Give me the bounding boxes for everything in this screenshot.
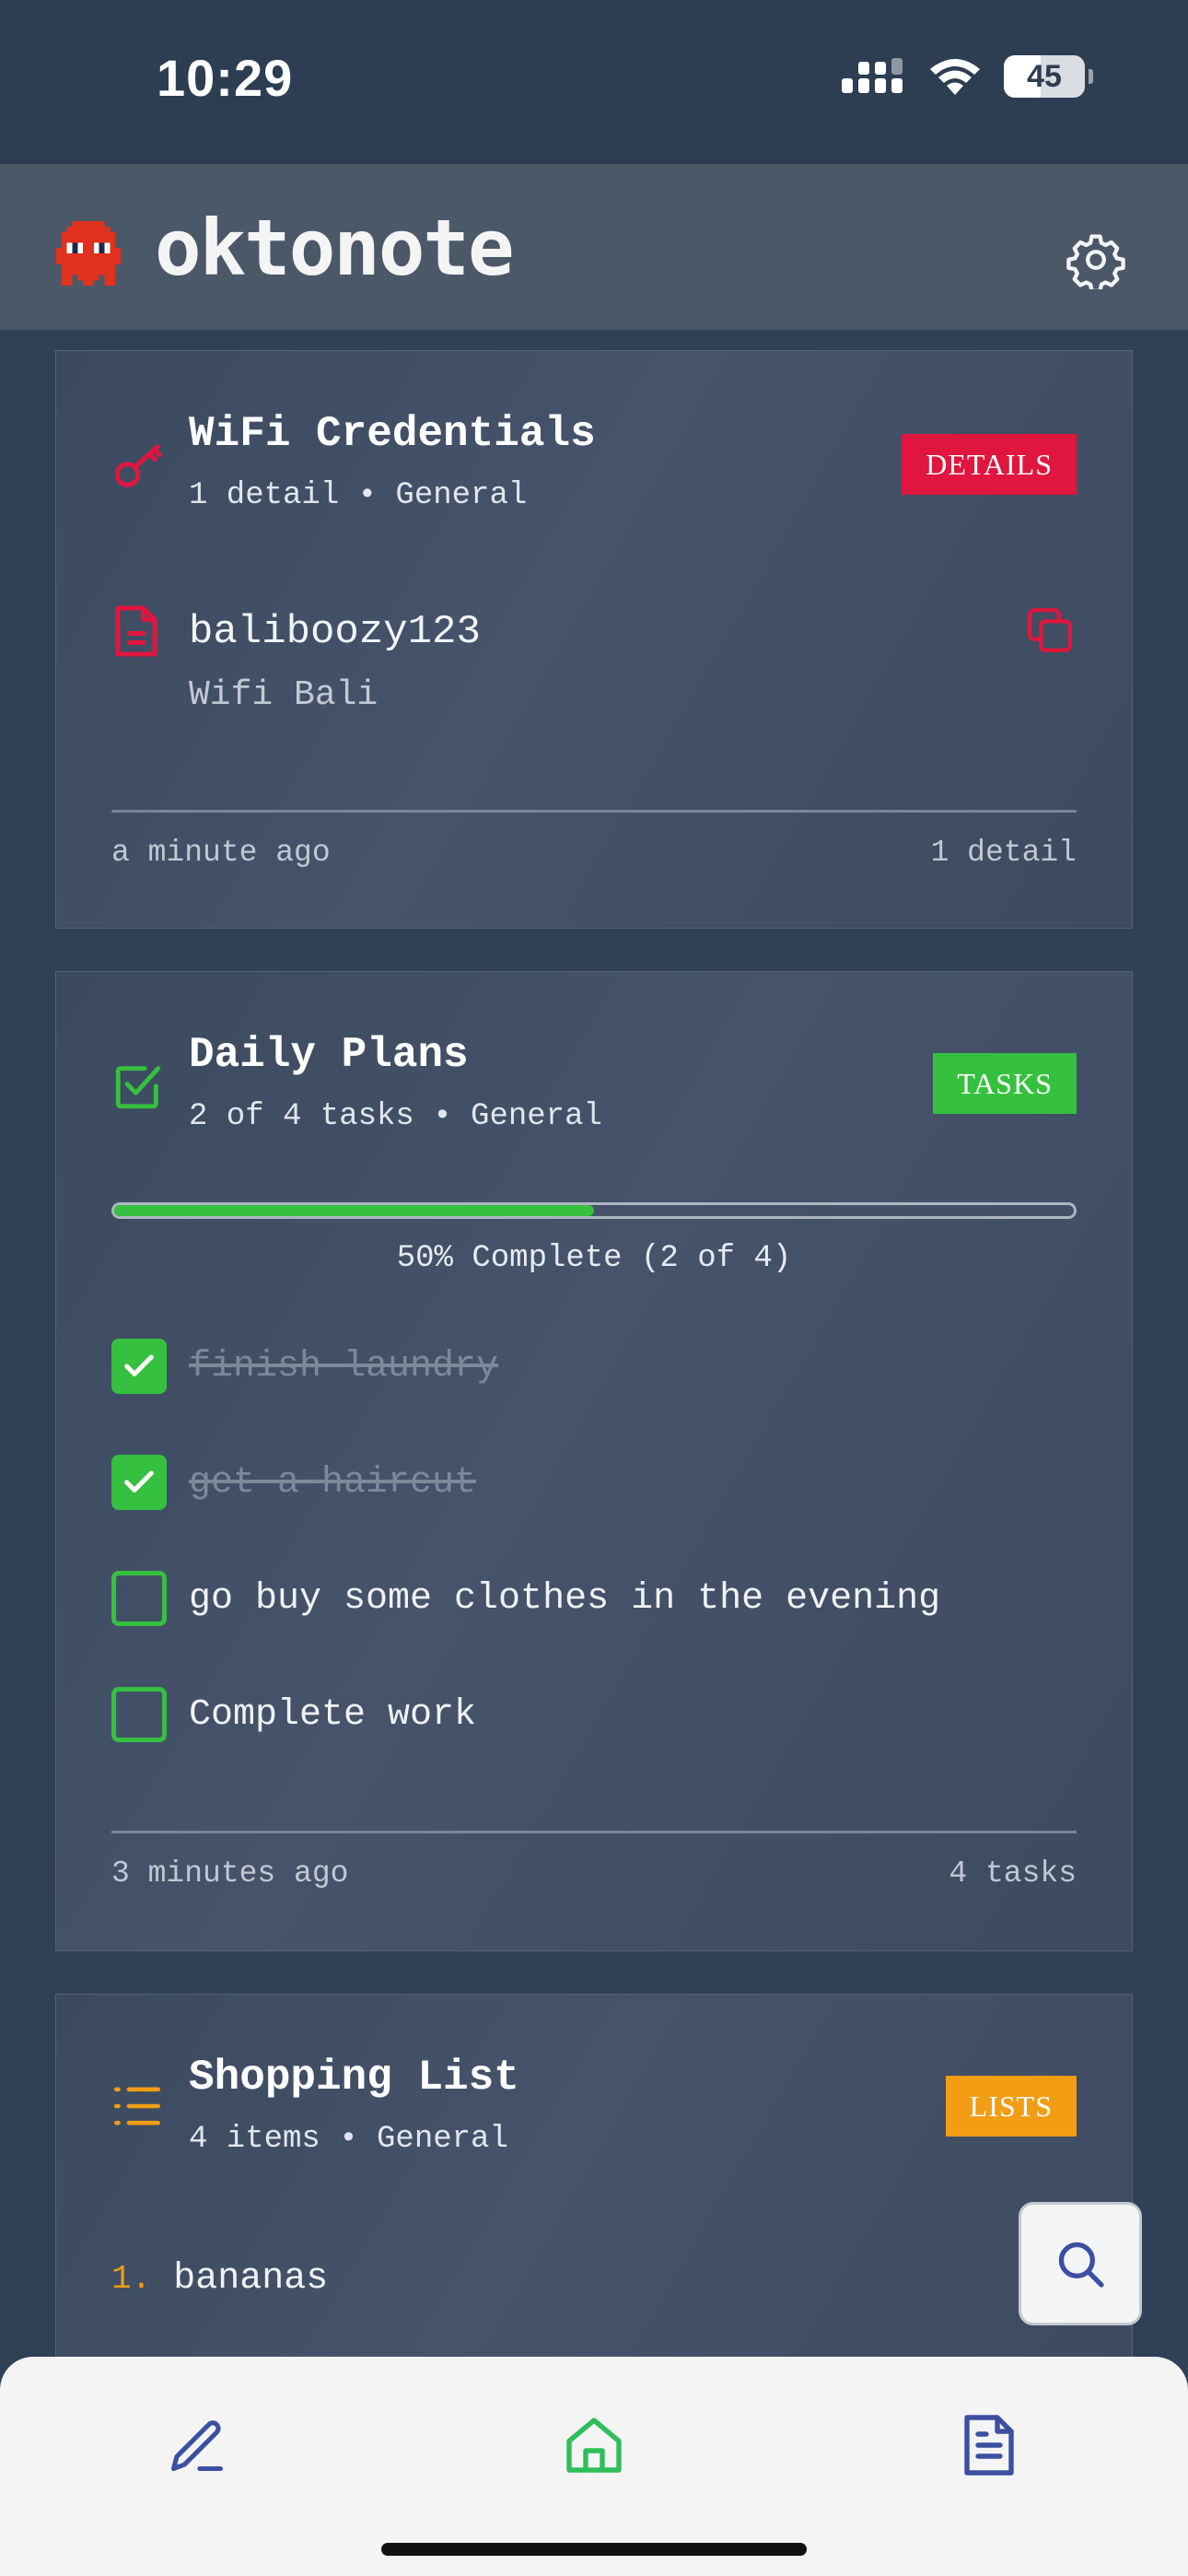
card-title: Daily Plans bbox=[189, 1031, 469, 1079]
card-subtitle: 1 detail • General bbox=[189, 478, 528, 513]
list-item: 1. bananas bbox=[111, 2258, 328, 2300]
card-title: WiFi Credentials bbox=[189, 410, 596, 458]
note-card-daily-plans[interactable]: Daily Plans 2 of 4 tasks • General TASKS… bbox=[55, 971, 1133, 1951]
task-checkbox[interactable] bbox=[111, 1571, 167, 1626]
battery-level: 45 bbox=[1027, 58, 1062, 94]
card-count: 1 detail bbox=[930, 836, 1077, 870]
home-icon bbox=[566, 2418, 622, 2473]
checkbox-icon bbox=[115, 1066, 161, 1109]
detail-label: Wifi Bali bbox=[189, 675, 379, 715]
key-icon bbox=[114, 444, 162, 487]
badge-details: DETAILS bbox=[902, 434, 1077, 495]
badge-tasks: TASKS bbox=[933, 1053, 1077, 1114]
task-checkbox[interactable] bbox=[111, 1455, 167, 1510]
copy-icon[interactable] bbox=[1023, 603, 1077, 657]
nav-write-button[interactable] bbox=[160, 2408, 234, 2482]
bottom-nav bbox=[0, 2357, 1188, 2576]
card-title: Shopping List bbox=[189, 2054, 519, 2102]
detail-value[interactable]: baliboozy123 bbox=[189, 609, 481, 655]
note-card-wifi-credentials[interactable]: WiFi Credentials 1 detail • General DETA… bbox=[55, 350, 1133, 929]
status-icons: 45 bbox=[842, 55, 1093, 98]
document-icon bbox=[115, 605, 157, 657]
card-divider bbox=[111, 1831, 1077, 1833]
gear-icon[interactable] bbox=[1066, 230, 1125, 289]
task-text: go buy some clothes in the evening bbox=[189, 1577, 941, 1620]
ghost-logo-icon bbox=[55, 221, 122, 287]
status-bar: 10:29 45 bbox=[0, 0, 1188, 164]
task-text: finish laundry bbox=[189, 1345, 499, 1388]
app-header: oktonote bbox=[0, 164, 1188, 330]
notes-icon bbox=[964, 2415, 1014, 2476]
wifi-icon bbox=[930, 59, 980, 95]
card-count: 4 tasks bbox=[949, 1856, 1077, 1891]
nav-notes-button[interactable] bbox=[952, 2408, 1026, 2482]
task-text: get a haircut bbox=[189, 1461, 477, 1504]
card-timestamp: a minute ago bbox=[111, 836, 331, 870]
cellular-signal-icon bbox=[842, 58, 903, 93]
card-subtitle: 2 of 4 tasks • General bbox=[189, 1099, 602, 1134]
note-card-shopping-list[interactable]: Shopping List 4 items • General LISTS 1.… bbox=[55, 1994, 1133, 2418]
checkmark-icon bbox=[124, 1354, 154, 1376]
progress-label: 50% Complete (2 of 4) bbox=[396, 1241, 792, 1276]
task-checkbox[interactable] bbox=[111, 1339, 167, 1394]
card-divider bbox=[111, 810, 1077, 813]
nav-home-button[interactable] bbox=[557, 2408, 631, 2482]
checkmark-icon bbox=[124, 1470, 154, 1493]
task-item[interactable]: get a haircut bbox=[111, 1455, 1077, 1510]
task-item[interactable]: go buy some clothes in the evening bbox=[111, 1571, 1077, 1626]
home-indicator bbox=[381, 2543, 807, 2556]
task-text: Complete work bbox=[189, 1693, 477, 1736]
pencil-icon bbox=[170, 2420, 224, 2472]
task-checkbox[interactable] bbox=[111, 1687, 167, 1742]
search-button[interactable] bbox=[1019, 2202, 1142, 2325]
status-time: 10:29 bbox=[157, 49, 294, 107]
card-subtitle: 4 items • General bbox=[189, 2122, 508, 2157]
progress-bar bbox=[111, 1202, 1077, 1219]
battery-indicator: 45 bbox=[1004, 55, 1093, 98]
app-title: oktonote bbox=[155, 203, 515, 293]
card-timestamp: 3 minutes ago bbox=[111, 1856, 349, 1891]
progress-fill bbox=[114, 1205, 594, 1216]
task-item[interactable]: finish laundry bbox=[111, 1339, 1077, 1394]
task-item[interactable]: Complete work bbox=[111, 1687, 1077, 1742]
list-icon bbox=[114, 2087, 161, 2125]
badge-lists: LISTS bbox=[945, 2076, 1077, 2137]
search-icon bbox=[1058, 2242, 1104, 2288]
list-item-number: 1. bbox=[111, 2260, 152, 2298]
list-item-text: bananas bbox=[173, 2258, 329, 2300]
